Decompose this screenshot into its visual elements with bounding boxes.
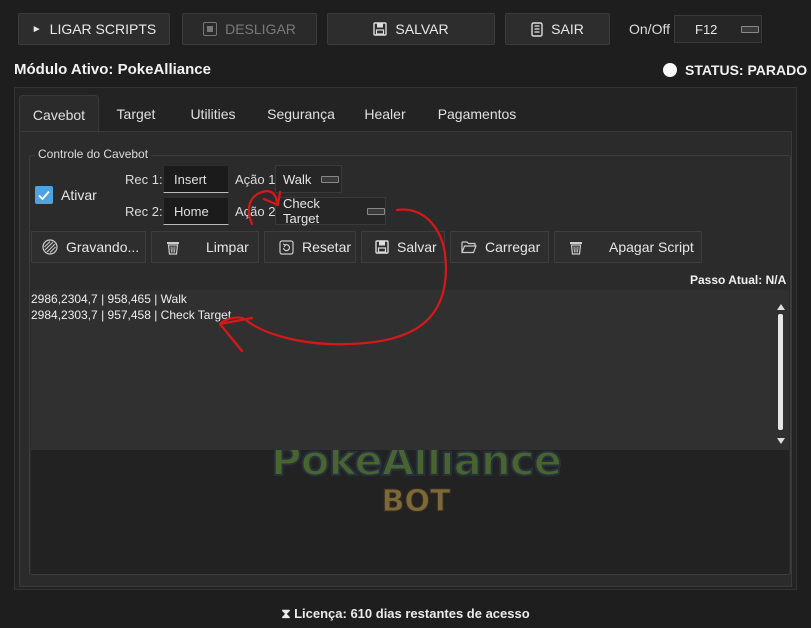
resetar-label: Resetar <box>302 239 352 255</box>
checkmark-icon <box>35 186 53 204</box>
acao2-value: Check Target <box>283 196 320 226</box>
tab-utilities[interactable]: Utilities <box>180 95 246 132</box>
license-footer: ⧗ Licença: 610 dias restantes de acesso <box>0 606 811 622</box>
limpar-label: Limpar <box>206 239 249 255</box>
dropdown-bar-icon <box>321 175 340 183</box>
ligar-scripts-label: LIGAR SCRIPTS <box>49 21 157 37</box>
passo-atual-label: Passo Atual: N/A <box>690 273 787 287</box>
tab-label: Utilities <box>190 105 236 122</box>
list-item[interactable]: 2986,2304,7 | 958,465 | Walk <box>31 291 231 307</box>
salvar-button[interactable]: SALVAR <box>327 13 495 45</box>
hourglass-icon: ⧗ <box>281 606 291 621</box>
gravando-button[interactable]: Gravando... <box>31 231 146 263</box>
rec1-value: Insert <box>174 171 207 187</box>
dropdown-bar-icon <box>367 207 385 215</box>
tab-healer[interactable]: Healer <box>357 95 413 132</box>
reset-icon <box>279 239 294 255</box>
play-icon: ► <box>31 23 42 35</box>
ativar-checkbox[interactable]: Ativar <box>35 186 97 204</box>
tab-label: Cavebot <box>32 106 86 123</box>
folder-open-icon <box>461 241 477 254</box>
scrollbar[interactable] <box>776 304 786 450</box>
save-icon <box>375 240 389 254</box>
tab-label: Pagamentos <box>437 105 517 122</box>
tab-label: Healer <box>364 105 406 122</box>
tab-label: Target <box>116 105 156 122</box>
logo-image: PokeAlliance BOT <box>236 435 596 546</box>
list-item[interactable]: 2984,2303,7 | 957,458 | Check Target <box>31 307 231 323</box>
trash-icon <box>167 241 179 255</box>
trash-icon <box>570 241 582 255</box>
rec1-label: Rec 1: <box>125 172 163 187</box>
tab-label: Segurança <box>267 105 335 122</box>
groupbox-title: Controle do Cavebot <box>35 147 152 161</box>
tab-seguranca[interactable]: Segurança <box>262 95 340 132</box>
rec2-hotkey-field[interactable]: Home <box>163 197 229 225</box>
apagar-script-button[interactable]: Apagar Script <box>554 231 702 263</box>
gravando-label: Gravando... <box>66 239 140 255</box>
tab-cavebot[interactable]: Cavebot <box>19 95 99 133</box>
logo-subtext: BOT <box>381 484 451 520</box>
waypoint-log[interactable]: 2986,2304,7 | 958,465 | Walk 2984,2303,7… <box>31 290 789 450</box>
module-title: Módulo Ativo: PokeAlliance <box>14 61 211 78</box>
apagar-script-label: Apagar Script <box>609 239 694 255</box>
acao2-label: Ação 2: <box>235 204 280 219</box>
desligar-button[interactable]: DESLIGAR <box>182 13 317 45</box>
license-label: Licença: 610 dias restantes de acesso <box>294 606 530 621</box>
acao1-dropdown[interactable]: Walk <box>275 165 342 193</box>
logo-area: PokeAlliance BOT <box>31 435 789 574</box>
ativar-label: Ativar <box>61 187 97 203</box>
resetar-button[interactable]: Resetar <box>264 231 356 263</box>
acao1-label: Ação 1: <box>235 172 280 187</box>
scroll-up-icon[interactable] <box>777 304 785 310</box>
acao2-dropdown[interactable]: Check Target <box>275 196 386 226</box>
exit-icon <box>531 21 543 37</box>
carregar-button[interactable]: Carregar <box>450 231 549 263</box>
sair-label: SAIR <box>551 21 584 37</box>
rec2-value: Home <box>174 203 209 219</box>
rec1-hotkey-field[interactable]: Insert <box>163 165 229 193</box>
limpar-button[interactable]: Limpar <box>151 231 259 263</box>
stop-icon <box>203 22 218 36</box>
tab-target[interactable]: Target <box>105 95 167 132</box>
carregar-label: Carregar <box>485 239 541 255</box>
waypoint-list: 2986,2304,7 | 958,465 | Walk 2984,2303,7… <box>31 291 231 323</box>
status-label: STATUS: PARADO <box>685 62 808 78</box>
scroll-thumb[interactable] <box>778 314 783 430</box>
record-icon <box>42 239 58 255</box>
tab-pagamentos[interactable]: Pagamentos <box>428 95 526 132</box>
acao1-value: Walk <box>283 171 312 187</box>
hotkey-value: F12 <box>695 21 718 37</box>
status-indicator: STATUS: PARADO <box>663 62 807 78</box>
hotkey-selector[interactable]: F12 <box>674 15 762 43</box>
scroll-down-icon[interactable] <box>777 438 785 444</box>
save-icon <box>373 22 388 36</box>
ligar-scripts-button[interactable]: ► LIGAR SCRIPTS <box>18 13 170 45</box>
rec2-label: Rec 2: <box>125 204 163 219</box>
sair-button[interactable]: SAIR <box>505 13 610 45</box>
status-dot-icon <box>663 63 677 77</box>
desligar-label: DESLIGAR <box>225 21 296 37</box>
salvar-label: SALVAR <box>395 21 449 37</box>
salvar-script-button[interactable]: Salvar <box>361 231 445 263</box>
onoff-label: On/Off <box>629 21 670 37</box>
dropdown-bar-icon <box>741 25 760 33</box>
salvar-script-label: Salvar <box>397 239 437 255</box>
